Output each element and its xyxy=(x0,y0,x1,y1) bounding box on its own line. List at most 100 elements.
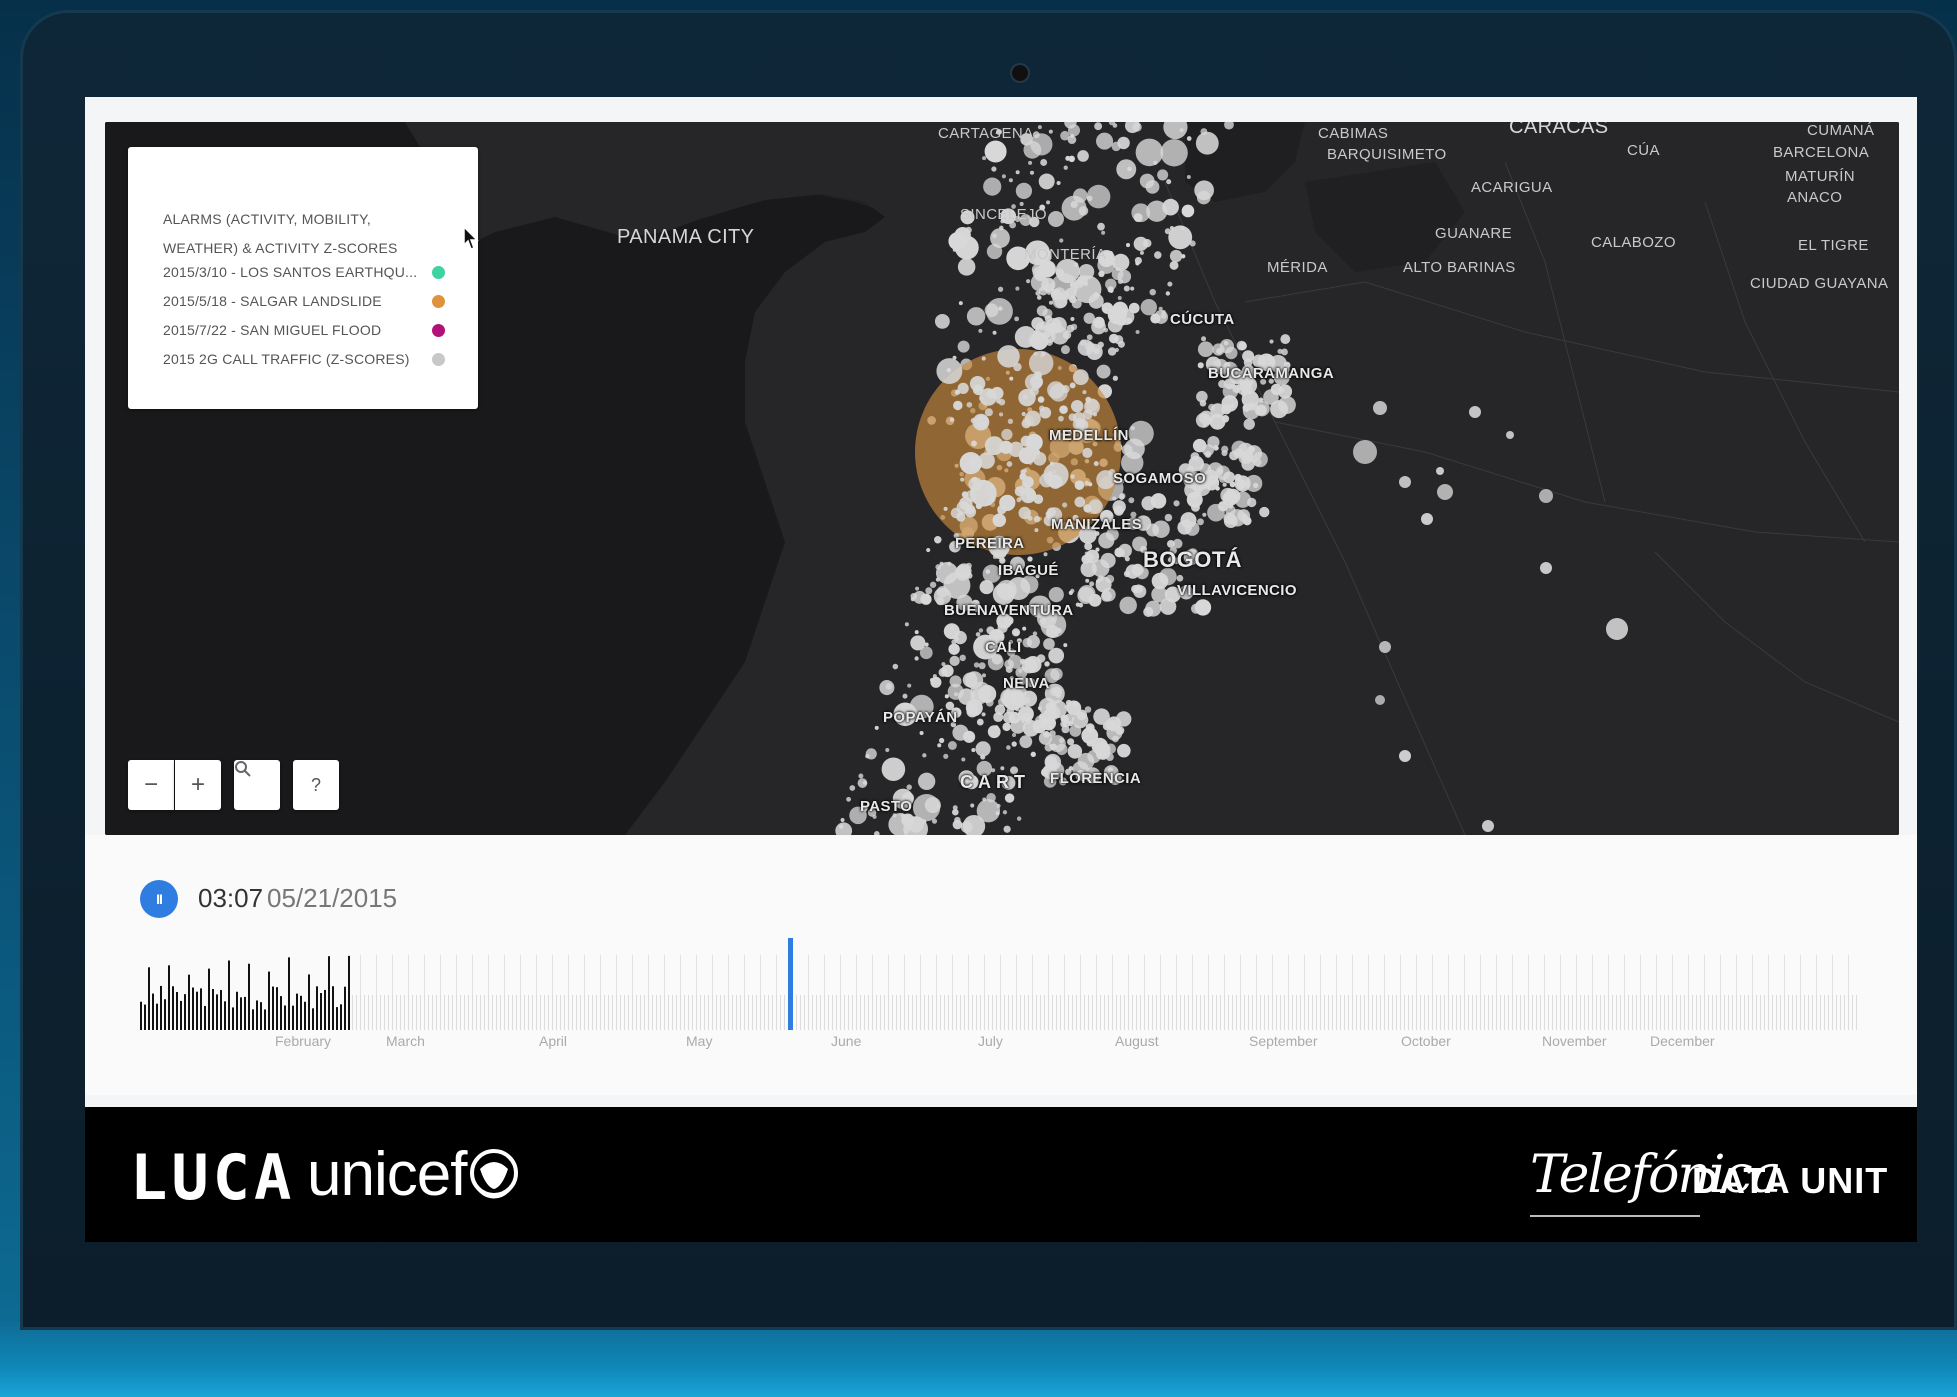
zscore-dot xyxy=(1128,497,1135,504)
histogram-bar xyxy=(1588,995,1589,1030)
luca-logo: LUCA xyxy=(130,1141,296,1214)
zscore-dot xyxy=(1041,277,1056,292)
zscore-dot xyxy=(1399,750,1411,762)
zscore-dot xyxy=(1044,743,1053,752)
histogram-bar xyxy=(1544,995,1545,1030)
zscore-dot xyxy=(1179,128,1184,133)
zscore-dot xyxy=(1100,552,1116,569)
city-label: ALTO BARINAS xyxy=(1403,259,1516,276)
histogram-bar xyxy=(1516,995,1517,1030)
zscore-dot xyxy=(1098,270,1105,278)
timeline-scrubber[interactable] xyxy=(788,938,793,1030)
histogram-bar xyxy=(1000,955,1001,995)
histogram-bar xyxy=(1844,995,1845,1030)
zscore-dot xyxy=(1082,390,1087,395)
zscore-dot xyxy=(1123,570,1131,578)
zscore-dot xyxy=(1201,336,1207,342)
histogram-bar xyxy=(440,955,441,995)
histogram-bar xyxy=(1708,995,1709,1030)
zscore-dot xyxy=(1176,574,1184,582)
histogram-bar xyxy=(1348,995,1349,1030)
histogram-bar xyxy=(1128,995,1129,1030)
histogram-bar xyxy=(1304,995,1305,1030)
histogram-bar xyxy=(1792,995,1793,1030)
zscore-dot xyxy=(975,502,983,510)
legend-title: ALARMS (ACTIVITY, MOBILITY, WEATHER) & A… xyxy=(163,211,398,256)
histogram-bar xyxy=(752,995,753,1030)
histogram-bar xyxy=(472,995,473,1030)
histogram-bar xyxy=(184,994,186,1030)
zscore-dot xyxy=(1077,275,1088,286)
zscore-dot xyxy=(1186,175,1191,180)
zoom-out-button[interactable]: − xyxy=(128,760,174,810)
histogram-bar xyxy=(796,995,797,1030)
histogram-bar xyxy=(256,1000,258,1030)
zscore-dot xyxy=(1082,447,1093,458)
zscore-dot xyxy=(1059,405,1068,414)
legend-item-flood[interactable]: 2015/7/22 - SAN MIGUEL FLOOD xyxy=(163,322,453,338)
zscore-dot xyxy=(978,662,986,670)
camera-icon xyxy=(1012,65,1028,81)
histogram-bar xyxy=(1796,995,1797,1030)
histogram-bar xyxy=(1704,955,1705,995)
zscore-dot xyxy=(1118,494,1125,500)
histogram-bar xyxy=(748,995,749,1030)
zscore-dot xyxy=(1071,298,1082,309)
zscore-dot xyxy=(941,664,954,678)
histogram-bar xyxy=(444,995,445,1030)
histogram-bar xyxy=(1784,955,1785,995)
histogram-bar xyxy=(744,995,745,1030)
histogram-bar xyxy=(696,955,697,995)
zscore-dot xyxy=(1043,731,1050,738)
histogram-bar xyxy=(1496,955,1497,995)
zscore-dot xyxy=(1071,399,1084,413)
help-button[interactable]: ? xyxy=(293,760,339,810)
zscore-dot xyxy=(1037,396,1045,403)
zoom-in-button[interactable]: + xyxy=(175,760,221,810)
legend-item-landslide[interactable]: 2015/5/18 - SALGAR LANDSLIDE xyxy=(163,293,453,309)
zscore-dot xyxy=(999,590,1010,600)
histogram-bar xyxy=(320,993,322,1030)
histogram-bar xyxy=(1016,955,1017,995)
histogram-bar xyxy=(1272,955,1273,995)
zscore-dot xyxy=(1008,178,1013,183)
city-label: CUMANÁ xyxy=(1807,122,1875,139)
zscore-dot xyxy=(1207,503,1225,522)
zscore-dot xyxy=(997,345,1020,368)
histogram-bar xyxy=(1216,995,1217,1030)
histogram-bar xyxy=(1276,995,1277,1030)
histogram-bar xyxy=(1048,955,1049,995)
histogram-bar xyxy=(736,995,737,1030)
zscore-dot xyxy=(1540,562,1552,574)
histogram-bar xyxy=(824,955,825,995)
legend-item-earthquake[interactable]: 2015/3/10 - LOS SANTOS EARTHQU... xyxy=(163,264,453,280)
histogram-bar xyxy=(188,974,190,1030)
zscore-dot xyxy=(992,330,997,335)
histogram-bar xyxy=(1256,995,1257,1030)
histogram-bar xyxy=(988,995,989,1030)
timeline-histogram[interactable] xyxy=(85,835,1917,1095)
search-button[interactable] xyxy=(234,760,280,810)
month-label: April xyxy=(539,1033,568,1049)
zscore-dot xyxy=(1009,376,1014,381)
histogram-bar xyxy=(632,995,633,1030)
zscore-dot xyxy=(934,313,950,329)
histogram-bar xyxy=(1344,995,1345,1030)
histogram-bar xyxy=(1056,995,1057,1030)
map[interactable]: CARTAGENA CABIMAS CARACAS CUMANÁ BARQUIS… xyxy=(105,122,1899,835)
zscore-dot xyxy=(935,577,940,582)
histogram-bar xyxy=(408,995,409,1030)
zscore-dot xyxy=(997,504,1007,515)
zscore-dot xyxy=(1195,131,1219,155)
histogram-bar xyxy=(1812,995,1813,1030)
zscore-dot xyxy=(1067,738,1075,746)
legend-item-call-traffic[interactable]: 2015 2G CALL TRAFFIC (Z-SCORES) xyxy=(163,351,453,367)
histogram-bar xyxy=(1520,995,1521,1030)
zscore-dot xyxy=(1482,820,1494,832)
zscore-dot xyxy=(1077,150,1089,162)
histogram-bar xyxy=(1512,995,1513,1030)
zscore-dot xyxy=(1112,375,1118,381)
zscore-dot xyxy=(1154,251,1162,259)
histogram-bar xyxy=(1752,955,1753,995)
zscore-dot xyxy=(1033,515,1041,523)
